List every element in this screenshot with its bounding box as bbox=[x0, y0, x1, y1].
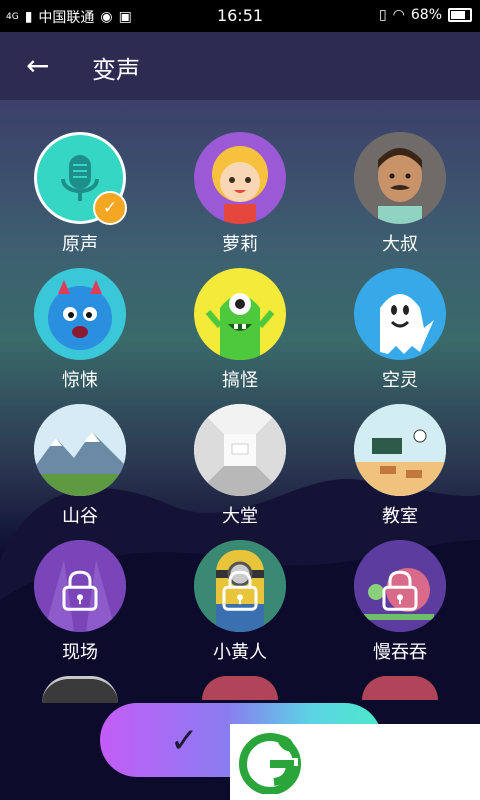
man-face-icon bbox=[354, 132, 446, 224]
voice-label: 搞怪 bbox=[222, 370, 258, 391]
voice-item-original[interactable]: ✓ 原声 bbox=[5, 132, 155, 256]
voice-grid: ✓ 原声 萝莉 大叔 惊悚 搞怪 空灵 山谷 大堂 教室 现场 小黄人 慢吞吞 bbox=[0, 0, 480, 800]
hall-avatar bbox=[194, 404, 286, 496]
voice-label: 山谷 bbox=[62, 506, 98, 527]
minion-avatar bbox=[194, 540, 286, 632]
ghost-icon bbox=[380, 294, 434, 354]
voice-label: 空灵 bbox=[382, 370, 418, 391]
lock-icon bbox=[382, 570, 418, 611]
voice-item-horror[interactable]: 惊悚 bbox=[5, 268, 155, 392]
live-avatar bbox=[34, 540, 126, 632]
voice-item-valley[interactable]: 山谷 bbox=[5, 404, 155, 528]
selected-check-icon: ✓ bbox=[93, 191, 127, 225]
lock-icon bbox=[62, 570, 98, 611]
voice-label: 教室 bbox=[382, 506, 418, 527]
slow-avatar bbox=[354, 540, 446, 632]
voice-label: 小黄人 bbox=[213, 642, 267, 663]
voice-item-loli[interactable]: 萝莉 bbox=[165, 132, 315, 256]
voice-item-hall[interactable]: 大堂 bbox=[165, 404, 315, 528]
voice-label: 大叔 bbox=[382, 234, 418, 255]
voice-item-uncle[interactable]: 大叔 bbox=[325, 132, 475, 256]
horror-avatar bbox=[34, 268, 126, 360]
loli-avatar bbox=[194, 132, 286, 224]
voice-label: 慢吞吞 bbox=[373, 642, 427, 663]
uncle-avatar bbox=[354, 132, 446, 224]
classroom-icon bbox=[354, 404, 446, 496]
voice-item-live[interactable]: 现场 bbox=[5, 540, 155, 664]
check-icon: ✓ bbox=[170, 721, 199, 761]
funny-avatar bbox=[194, 268, 286, 360]
voice-label: 原声 bbox=[62, 234, 98, 255]
monster-icon bbox=[48, 280, 112, 350]
alien-icon bbox=[205, 293, 275, 360]
voice-label: 现场 bbox=[62, 642, 98, 663]
voice-label: 惊悚 bbox=[62, 370, 98, 391]
voice-item-classroom[interactable]: 教室 bbox=[325, 404, 475, 528]
hall-room-icon bbox=[194, 404, 286, 496]
voice-label: 萝莉 bbox=[222, 234, 258, 255]
app-logo-overlay bbox=[230, 724, 480, 800]
voice-item-slow[interactable]: 慢吞吞 bbox=[325, 540, 475, 664]
voice-item-ethereal[interactable]: 空灵 bbox=[325, 268, 475, 392]
lock-icon bbox=[222, 570, 258, 611]
girl-face-icon bbox=[212, 146, 268, 224]
valley-avatar bbox=[34, 404, 126, 496]
voice-item-partial[interactable] bbox=[362, 676, 438, 700]
voice-item-minion[interactable]: 小黄人 bbox=[165, 540, 315, 664]
original-voice-avatar: ✓ bbox=[34, 132, 127, 225]
voice-item-funny[interactable]: 搞怪 bbox=[165, 268, 315, 392]
ethereal-avatar bbox=[354, 268, 446, 360]
mountain-icon bbox=[34, 404, 126, 496]
leaf-logo-icon bbox=[239, 733, 301, 794]
classroom-avatar bbox=[354, 404, 446, 496]
voice-label: 大堂 bbox=[222, 506, 258, 527]
voice-item-partial[interactable] bbox=[202, 676, 278, 700]
voice-item-partial[interactable] bbox=[42, 676, 118, 703]
